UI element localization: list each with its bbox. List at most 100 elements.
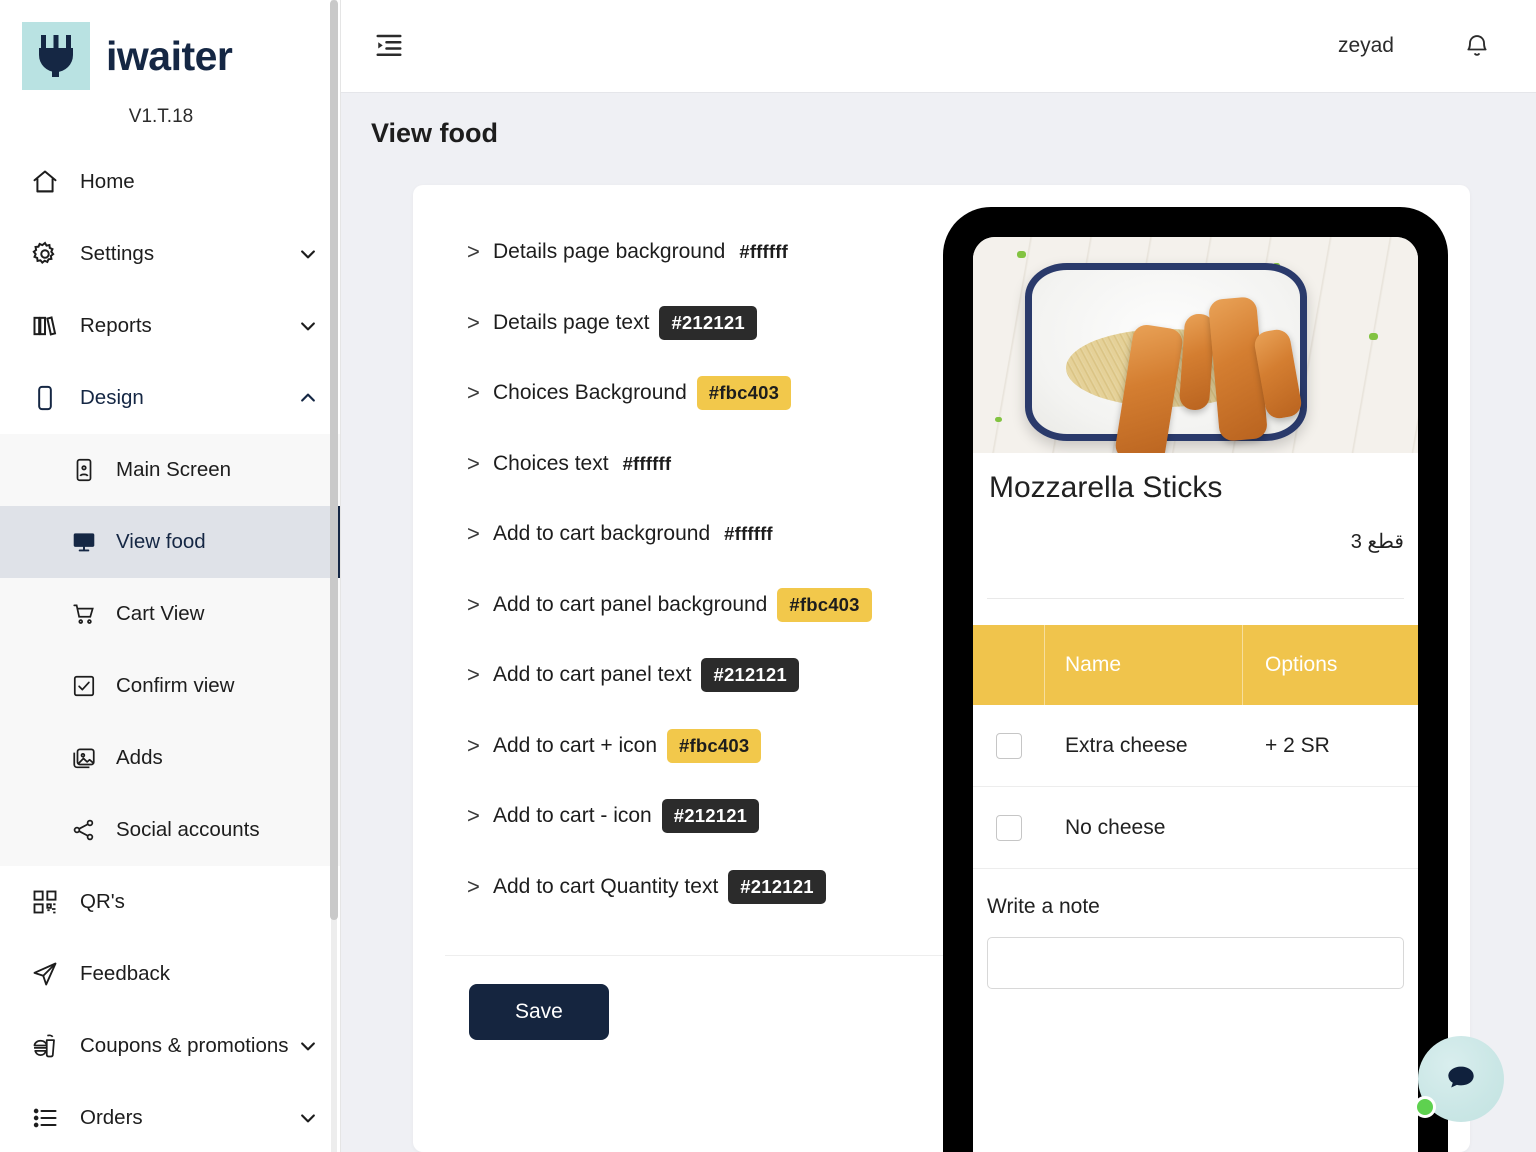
sidebar-nav: Home Settings Reports Design Main Screen…	[0, 146, 340, 1152]
chat-widget-button[interactable]	[1414, 1036, 1504, 1122]
save-button-wrap: Save	[435, 956, 943, 1040]
sidebar-item-adds[interactable]: Adds	[0, 722, 340, 794]
setting-row[interactable]: > Add to cart Quantity text #212121	[435, 852, 943, 923]
sidebar-item-main-screen[interactable]: Main Screen	[0, 434, 340, 506]
setting-row[interactable]: > Add to cart + icon #fbc403	[435, 711, 943, 782]
color-swatch[interactable]: #ffffff	[720, 517, 777, 552]
preview-body: Mozzarella Sticks قطع 3	[973, 453, 1418, 599]
color-swatch[interactable]: #ffffff	[735, 235, 792, 270]
chevron-right-icon: >	[467, 239, 480, 265]
chat-bubble-icon	[1448, 1066, 1474, 1088]
design-submenu: Main Screen View food Cart View Confirm …	[0, 434, 340, 866]
chevron-right-icon: >	[467, 450, 480, 476]
sidebar-item-label: Cart View	[116, 602, 205, 625]
note-input[interactable]	[987, 937, 1404, 989]
sidebar-item-label: Main Screen	[116, 458, 232, 481]
sidebar-item-design[interactable]: Design	[0, 362, 340, 434]
sidebar-item-home[interactable]: Home	[0, 146, 340, 218]
sidebar-item-label: QR's	[80, 890, 125, 913]
phone-preview-area: Mozzarella Sticks قطع 3 Name Options Ext…	[943, 185, 1470, 1152]
setting-row[interactable]: > Add to cart background #ffffff	[435, 499, 943, 570]
save-button[interactable]: Save	[469, 984, 609, 1040]
setting-label: Add to cart panel text	[493, 663, 692, 687]
chevron-down-icon[interactable]	[298, 1108, 318, 1128]
qr-code-icon	[28, 885, 62, 919]
note-label: Write a note	[987, 895, 1100, 918]
chevron-down-icon[interactable]	[298, 244, 318, 264]
option-row[interactable]: No cheese	[973, 787, 1418, 869]
iwaiter-glyph-icon	[22, 22, 90, 90]
option-name: No cheese	[1065, 815, 1166, 839]
sidebar-item-label: Settings	[80, 242, 155, 265]
chevron-up-icon[interactable]	[298, 388, 318, 408]
setting-row[interactable]: > Choices text #ffffff	[435, 429, 943, 500]
sidebar-item-label: Design	[80, 386, 144, 409]
color-swatch[interactable]: #fbc403	[777, 587, 872, 622]
indent-decrease-icon[interactable]	[369, 26, 409, 66]
option-checkbox[interactable]	[996, 814, 1022, 841]
setting-label: Details page background	[493, 240, 726, 264]
sidebar-item-cart-view[interactable]: Cart View	[0, 578, 340, 650]
chevron-right-icon: >	[467, 521, 480, 547]
chevron-down-icon[interactable]	[298, 316, 318, 336]
header-checkbox-column	[973, 625, 1045, 705]
chevron-down-icon[interactable]	[298, 1036, 318, 1056]
sidebar-item-settings[interactable]: Settings	[0, 218, 340, 290]
sidebar-item-label: Social accounts	[116, 818, 260, 841]
color-swatch[interactable]: #fbc403	[696, 376, 792, 411]
color-swatch[interactable]: #ffffff	[618, 446, 676, 481]
sidebar-item-view-food[interactable]: View food	[0, 506, 340, 578]
bell-icon[interactable]	[1460, 29, 1494, 63]
online-status-dot	[1414, 1096, 1436, 1118]
user-menu[interactable]: zeyad	[1338, 34, 1394, 58]
phone-frame: Mozzarella Sticks قطع 3 Name Options Ext…	[943, 207, 1448, 1152]
sidebar-item-feedback[interactable]: Feedback	[0, 938, 340, 1010]
food-description: قطع 3	[1350, 531, 1404, 553]
color-swatch[interactable]: #fbc403	[667, 728, 762, 763]
setting-label: Add to cart + icon	[493, 733, 658, 757]
share-icon	[68, 814, 100, 846]
color-swatch[interactable]: #212121	[701, 658, 799, 693]
gear-icon	[28, 237, 62, 271]
setting-label: Choices text	[493, 451, 609, 475]
color-settings-list: > Details page background #ffffff > Deta…	[413, 185, 945, 1152]
brand-logo[interactable]: iwaiter	[0, 0, 340, 90]
phone-screen: Mozzarella Sticks قطع 3 Name Options Ext…	[973, 237, 1418, 1152]
sidebar-item-confirm-view[interactable]: Confirm view	[0, 650, 340, 722]
chevron-right-icon: >	[467, 662, 480, 688]
chevron-right-icon: >	[467, 309, 480, 335]
check-square-icon	[68, 670, 100, 702]
sidebar-item-qrs[interactable]: QR's	[0, 866, 340, 938]
setting-row[interactable]: > Choices Background #fbc403	[435, 358, 943, 429]
sidebar-item-social-accounts[interactable]: Social accounts	[0, 794, 340, 866]
color-swatch[interactable]: #212121	[728, 869, 826, 904]
images-icon	[68, 742, 100, 774]
chevron-right-icon: >	[467, 803, 480, 829]
sidebar-item-orders[interactable]: Orders	[0, 1082, 340, 1152]
setting-row[interactable]: > Add to cart panel background #fbc403	[435, 570, 943, 641]
color-swatch[interactable]: #212121	[661, 799, 760, 834]
home-icon	[28, 165, 62, 199]
topbar: zeyad	[341, 0, 1536, 92]
bowl-shape	[1025, 263, 1307, 453]
sidebar-item-coupons-promotions[interactable]: Coupons & promotions	[0, 1010, 340, 1082]
chevron-right-icon: >	[467, 732, 480, 758]
food-photo	[973, 237, 1418, 453]
setting-label: Add to cart panel background	[493, 592, 768, 616]
chevron-right-icon: >	[467, 380, 480, 406]
header-name-column: Name	[1045, 625, 1243, 705]
monitor-icon	[68, 526, 100, 558]
color-swatch[interactable]: #212121	[659, 305, 757, 340]
setting-label: Choices Background	[493, 381, 687, 405]
setting-row[interactable]: > Add to cart panel text #212121	[435, 640, 943, 711]
setting-row[interactable]: > Add to cart - icon #212121	[435, 781, 943, 852]
setting-row[interactable]: > Details page background #ffffff	[435, 217, 943, 288]
setting-label: Add to cart background	[493, 522, 711, 546]
sidebar-item-reports[interactable]: Reports	[0, 290, 340, 362]
option-row[interactable]: Extra cheese + 2 SR	[973, 705, 1418, 787]
setting-row[interactable]: > Details page text #212121	[435, 288, 943, 359]
sidebar: iwaiter V1.T.18 Home Settings Reports De…	[0, 0, 340, 1152]
option-checkbox[interactable]	[996, 732, 1022, 759]
food-title: Mozzarella Sticks	[989, 471, 1223, 504]
sidebar-scrollbar-thumb[interactable]	[330, 0, 338, 920]
